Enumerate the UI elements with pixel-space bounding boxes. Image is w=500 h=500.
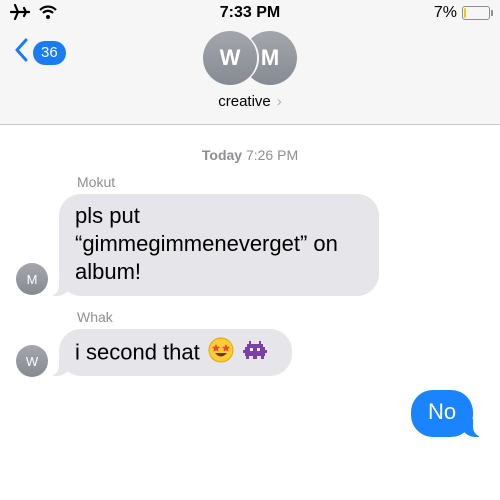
timestamp-time: 7:26 PM [245, 147, 299, 163]
star-struck-emoji-icon [208, 337, 234, 370]
battery-level [464, 8, 466, 18]
unread-count-badge: 36 [33, 40, 66, 65]
status-right: 7% [433, 4, 493, 22]
avatar[interactable]: W [16, 345, 48, 377]
message-text: pls put “gimmegimmeneverget” on album! [75, 202, 363, 286]
sender-name: Whak [77, 309, 113, 325]
message-bubble[interactable]: pls put “gimmegimmeneverget” on album! [47, 194, 379, 296]
message-line: “gimmegimmeneverget” on [75, 231, 338, 256]
message-timestamp: Today 7:26 PM [0, 147, 500, 163]
alien-monster-emoji-icon [242, 339, 268, 368]
message-body: i second that [75, 339, 200, 365]
group-name-button[interactable]: creative › [0, 93, 500, 110]
message-text: No [427, 399, 457, 424]
timestamp-day: Today [201, 147, 243, 163]
group-name: creative [218, 93, 271, 110]
chevron-right-icon: › [276, 93, 282, 110]
message-line: album! [75, 259, 142, 284]
message-line: pls put [75, 203, 140, 228]
avatar[interactable]: M [16, 263, 48, 295]
status-bar: 7:33 PM 7% [0, 0, 500, 28]
sender-name: Mokut [77, 174, 116, 190]
status-time: 7:33 PM [219, 4, 281, 21]
avatar: W [203, 31, 257, 85]
back-button[interactable]: 36 [14, 38, 66, 67]
chevron-left-icon [14, 38, 28, 67]
group-avatars[interactable]: W M [203, 30, 298, 86]
battery-icon [462, 6, 493, 20]
battery-percent: 7% [433, 4, 457, 21]
conversation-header: 7:33 PM 7% 36 W M creative › [0, 0, 500, 125]
message-text: i second that [75, 337, 276, 370]
message-bubble[interactable]: i second that [47, 329, 292, 376]
message-bubble[interactable]: No [411, 390, 485, 437]
